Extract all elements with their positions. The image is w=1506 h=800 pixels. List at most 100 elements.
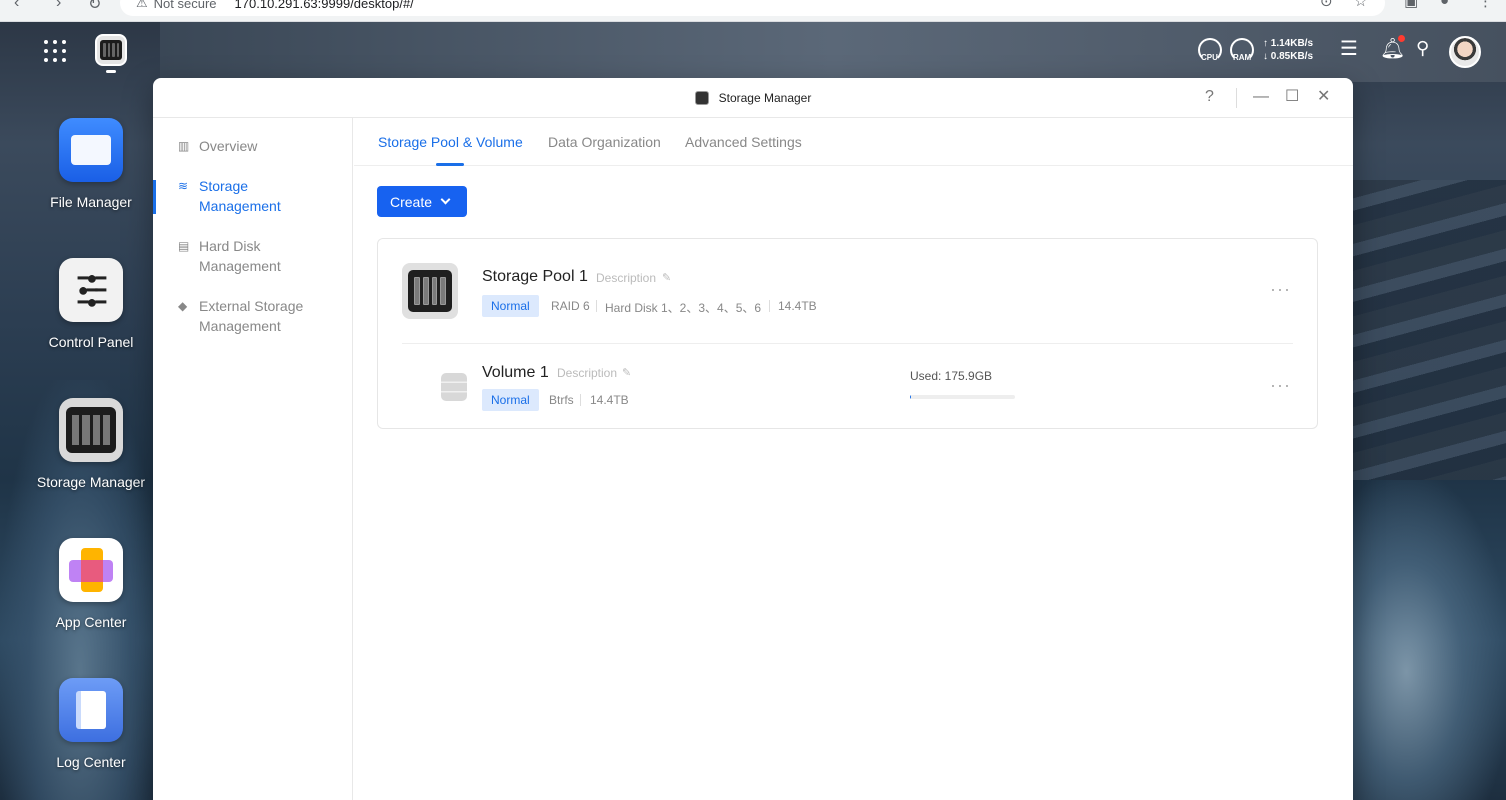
sidebar: ▥ Overview ≋ Storage Management ▤ Hard D… <box>153 118 353 800</box>
minimize-icon[interactable]: — <box>1253 88 1269 106</box>
active-tab-underline <box>436 163 464 166</box>
usb-icon: ◆ <box>178 299 188 313</box>
app-launcher-grid-icon[interactable] <box>44 40 66 62</box>
search-icon[interactable]: ⚲ <box>1416 38 1429 59</box>
pool-raid: RAID 6 <box>551 299 590 313</box>
avatar[interactable] <box>1449 36 1481 68</box>
desktop-icon-control-panel[interactable]: ━●━ ●━━ ━●━ Control Panel <box>20 258 162 350</box>
menu-icon[interactable]: ⋮ <box>1478 0 1493 10</box>
app-center-icon <box>59 538 123 602</box>
window-titlebar[interactable]: Storage Manager ? — ☐ ✕ <box>153 78 1353 118</box>
profile-icon[interactable]: ● <box>1440 0 1449 9</box>
volume-used-label: Used: 175.9GB <box>910 369 993 383</box>
desktop-icon-storage-manager[interactable]: Storage Manager <box>20 398 162 490</box>
desktop-icon-log-center[interactable]: Log Center <box>20 678 162 770</box>
meta-divider <box>580 394 581 406</box>
desktop-icon-label: Log Center <box>56 754 126 770</box>
volume-description[interactable]: Description <box>557 366 617 380</box>
reload-icon[interactable]: ↻ <box>88 0 101 14</box>
desktop-icon-file-manager[interactable]: File Manager <box>20 118 162 210</box>
card-divider <box>402 343 1293 344</box>
running-indicator <box>106 70 116 73</box>
security-label: Not secure <box>153 0 217 11</box>
pool-disks: Hard Disk 1、2、3、4、5、6 <box>605 301 762 315</box>
chevron-down-icon <box>440 194 451 205</box>
back-icon[interactable]: ‹ <box>14 0 19 12</box>
forward-icon[interactable]: › <box>56 0 61 12</box>
server-status-icon[interactable]: ☰ <box>1340 36 1358 61</box>
volume-icon <box>441 373 467 401</box>
close-icon[interactable]: ✕ <box>1317 86 1330 106</box>
meta-divider <box>769 300 770 312</box>
sidebar-item-label: Hard Disk Management <box>199 238 281 274</box>
storage-manager-window: Storage Manager ? — ☐ ✕ ▥ Overview ≋ Sto… <box>153 78 1353 800</box>
volume-more-button[interactable]: ··· <box>1270 375 1291 396</box>
tab-strip-icon[interactable]: ▣ <box>1404 0 1418 10</box>
log-icon <box>59 678 123 742</box>
sidebar-item-overview[interactable]: ▥ Overview <box>178 136 329 156</box>
wallpaper-wave-right <box>1340 480 1506 800</box>
volume-filesystem: Btrfs <box>549 393 574 407</box>
taskbar-storage-manager[interactable] <box>95 34 127 66</box>
desktop-icon-label: Storage Manager <box>36 474 146 490</box>
upload-speed: ↑ 1.14KB/s <box>1263 38 1314 49</box>
storage-icon <box>694 90 709 105</box>
desktop-icon-label: App Center <box>55 614 127 630</box>
sidebar-item-storage-management[interactable]: ≋ Storage Management <box>178 176 299 216</box>
pool-more-button[interactable]: ··· <box>1270 279 1291 300</box>
edit-icon[interactable]: ✎ <box>622 366 631 379</box>
download-speed: ↓ 0.85KB/s <box>1263 51 1314 62</box>
database-icon: ≋ <box>178 179 189 193</box>
storage-icon <box>100 40 122 60</box>
tab-advanced-settings[interactable]: Advanced Settings <box>685 134 802 150</box>
cpu-label: CPU <box>1201 53 1218 62</box>
window-title: Storage Manager <box>718 90 812 105</box>
titlebar-divider <box>1236 88 1237 108</box>
extension-icon[interactable]: ⊙ <box>1320 0 1333 10</box>
sidebar-item-label: Storage Management <box>199 178 281 214</box>
desktop-icon-label: File Manager <box>50 194 132 210</box>
sidebar-item-hard-disk-management[interactable]: ▤ Hard Disk Management <box>178 236 299 276</box>
ram-label: RAM <box>1233 53 1252 62</box>
bookmark-star-icon[interactable]: ☆ <box>1354 0 1367 10</box>
edit-icon[interactable]: ✎ <box>662 271 671 284</box>
volume-name[interactable]: Volume 1 <box>482 364 549 382</box>
browser-toolbar: ‹ › ↻ ⚠ Not secure 170.10.291.63:9999/de… <box>0 0 1506 22</box>
sidebar-item-label: External Storage Management <box>199 298 304 334</box>
desktop-topbar: CPU RAM ↑ 1.14KB/s ↓ 0.85KB/s ☰ 🔔︎ ⚲ <box>0 22 1506 78</box>
sidebar-item-external-storage-management[interactable]: ◆ External Storage Management <box>178 296 319 336</box>
status-badge: Normal <box>482 389 539 411</box>
meta-divider <box>596 300 597 312</box>
tab-storage-pool-volume[interactable]: Storage Pool & Volume <box>378 134 523 150</box>
warning-icon: ⚠ <box>136 0 148 10</box>
volume-usage-bar <box>910 395 1015 399</box>
volume-capacity: 14.4TB <box>590 393 629 407</box>
storage-pool-icon <box>402 263 458 319</box>
sidebar-active-indicator <box>153 180 156 214</box>
sidebar-item-label: Overview <box>199 138 258 154</box>
tab-bar: Storage Pool & Volume Data Organization … <box>354 118 1353 166</box>
pool-capacity: 14.4TB <box>778 299 817 313</box>
address-bar[interactable]: ⚠ Not secure 170.10.291.63:9999/desktop/… <box>120 0 1385 16</box>
notification-dot <box>1398 35 1405 42</box>
storage-pool-card: Storage Pool 1 Description ✎ Normal RAID… <box>377 238 1318 429</box>
hard-disk-icon: ▤ <box>178 239 190 253</box>
create-button-label: Create <box>390 193 433 210</box>
create-button[interactable]: Create <box>377 186 467 217</box>
chart-icon: ▥ <box>178 139 190 153</box>
desktop-icon-label: Control Panel <box>48 334 134 350</box>
folder-icon <box>59 118 123 182</box>
maximize-icon[interactable]: ☐ <box>1285 86 1299 106</box>
sliders-icon: ━●━ ●━━ ━●━ <box>59 258 123 322</box>
pool-name[interactable]: Storage Pool 1 <box>482 268 588 286</box>
network-speed[interactable]: ↑ 1.14KB/s ↓ 0.85KB/s <box>1263 37 1313 63</box>
volume-usage-fill <box>910 395 912 399</box>
desktop-icon-app-center[interactable]: App Center <box>20 538 162 630</box>
storage-icon <box>59 398 123 462</box>
status-badge: Normal <box>482 295 539 317</box>
tab-data-organization[interactable]: Data Organization <box>548 134 661 150</box>
wallpaper-rocks <box>1352 180 1506 480</box>
help-button[interactable]: ? <box>1205 88 1214 106</box>
pool-description[interactable]: Description <box>596 271 656 285</box>
url-text[interactable]: 170.10.291.63:9999/desktop/#/ <box>235 0 414 11</box>
